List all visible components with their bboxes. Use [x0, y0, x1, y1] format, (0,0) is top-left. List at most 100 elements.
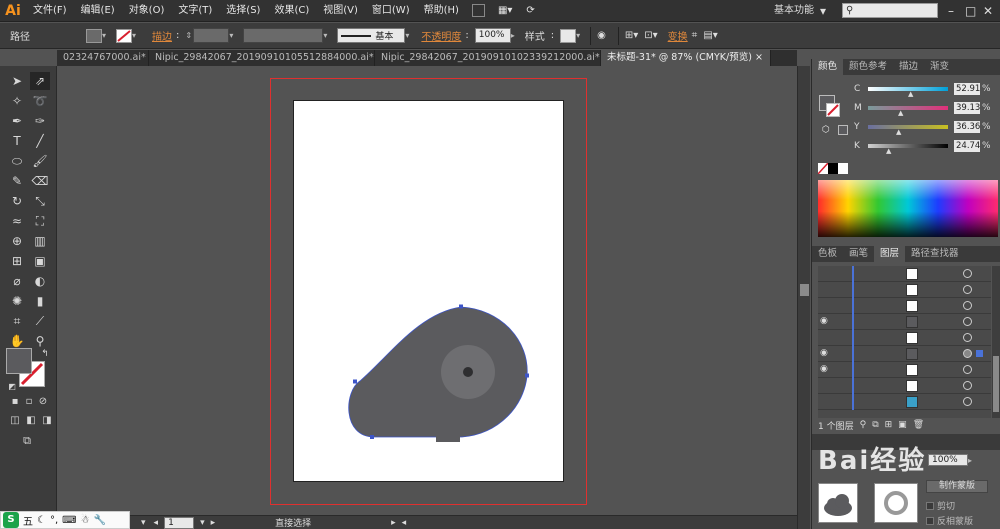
visibility-eye-icon[interactable]: ◉ — [820, 348, 832, 358]
tab-gradient[interactable]: 渐变 — [924, 59, 955, 75]
scrollbar-thumb[interactable] — [993, 356, 999, 412]
yellow-value-field[interactable]: 36.36 — [954, 121, 980, 133]
none-swatch[interactable] — [817, 162, 829, 175]
clip-checkbox[interactable] — [926, 501, 934, 510]
ime-mode-label[interactable]: 五 — [23, 513, 33, 528]
white-swatch[interactable] — [838, 163, 848, 174]
ime-keyboard-icon[interactable]: ⌨ — [62, 515, 76, 526]
scroll-left-icon[interactable]: ◂ — [402, 518, 407, 528]
line-tool-icon[interactable]: ╱ — [30, 132, 50, 150]
opacity-panel-link[interactable]: 不透明度 — [421, 28, 461, 43]
invert-mask-row[interactable]: 反相蒙版 — [926, 514, 973, 527]
column-graph-icon[interactable]: ▮ — [30, 292, 50, 310]
cyan-value-field[interactable]: 52.91 — [954, 83, 980, 95]
slice-tool-icon[interactable]: ⟋ — [30, 312, 50, 330]
layer-row[interactable] — [818, 266, 991, 282]
stroke-weight-dropdown-icon[interactable]: ▾ — [229, 31, 237, 40]
magenta-slider[interactable]: ▲ — [868, 106, 948, 117]
first-page-icon[interactable]: ◂ — [154, 518, 159, 528]
visibility-eye-icon[interactable]: ◉ — [820, 364, 832, 374]
workspace-switcher[interactable]: 基本功能 — [774, 0, 814, 22]
new-sublayer-icon[interactable]: ⊞ — [885, 420, 893, 430]
tab-swatches[interactable]: 色板 — [812, 246, 843, 262]
shape-builder-icon[interactable]: ⊕ — [7, 232, 27, 250]
drawn-artwork[interactable] — [294, 101, 565, 483]
stroke-dropdown-icon[interactable]: ▾ — [132, 31, 140, 40]
cyan-slider[interactable]: ▲ — [868, 87, 948, 98]
fill-color-box-front[interactable] — [6, 348, 32, 374]
tab-layers[interactable]: 图层 — [874, 246, 906, 262]
transform-icon[interactable]: ⌗ — [692, 30, 698, 41]
page-number-field[interactable]: 1 — [164, 516, 195, 529]
canvas-vertical-scrollbar[interactable] — [797, 66, 810, 529]
arrange-documents-icon[interactable]: ▦▾ — [491, 0, 519, 22]
target-icon[interactable] — [963, 269, 972, 278]
layer-row[interactable] — [818, 378, 991, 394]
menu-help[interactable]: 帮助(H) — [417, 0, 466, 22]
scale-tool-icon[interactable]: ⤡ — [30, 192, 50, 210]
target-icon[interactable] — [963, 285, 972, 294]
ellipse-tool-icon[interactable]: ⬭ — [7, 152, 27, 170]
invert-mask-checkbox[interactable] — [926, 516, 934, 525]
fill-dropdown-icon[interactable]: ▾ — [102, 31, 110, 40]
make-clipping-mask-icon[interactable]: ⧉ — [872, 420, 878, 430]
visibility-eye-icon[interactable]: ◉ — [820, 316, 832, 326]
magic-wand-icon[interactable]: ✧ — [7, 92, 27, 110]
mask-thumbnail[interactable] — [818, 483, 858, 523]
align-to-icon[interactable]: ⊡▾ — [644, 30, 657, 41]
out-of-gamut-icon[interactable]: ⬡ — [822, 125, 830, 135]
variable-width-profile[interactable] — [243, 28, 324, 43]
free-transform-icon[interactable]: ⛶ — [30, 212, 50, 230]
black-value-field[interactable]: 24.74 — [954, 140, 980, 152]
tab-brushes[interactable]: 画笔 — [843, 246, 874, 262]
menu-object[interactable]: 对象(O) — [122, 0, 172, 22]
target-icon[interactable] — [963, 317, 972, 326]
target-icon[interactable] — [963, 365, 972, 374]
graphic-style-swatch[interactable] — [560, 28, 577, 43]
target-icon[interactable] — [963, 381, 972, 390]
page-dropdown-icon[interactable]: ▾ — [200, 518, 205, 528]
brush-dropdown-icon[interactable]: ▾ — [405, 31, 413, 40]
anchor-point[interactable] — [353, 379, 357, 384]
tab-document-active[interactable]: 未标题-31* @ 87% (CMYK/预览) × — [601, 50, 771, 66]
pen-tool-icon[interactable]: ✒ — [7, 112, 27, 130]
graphic-style-dropdown-icon[interactable]: ▾ — [576, 31, 584, 40]
next-page-icon[interactable]: ▸ — [211, 518, 216, 528]
tab-document-3[interactable]: Nipic_29842067_20190910102339212000.ai* … — [375, 50, 601, 66]
target-icon[interactable] — [963, 301, 972, 310]
ime-tools-icon[interactable]: 🔧 — [94, 515, 106, 526]
direct-selection-tool-icon[interactable]: ⇗ — [30, 72, 50, 90]
layer-row[interactable]: ◉ — [818, 314, 991, 330]
black-swatch[interactable] — [828, 163, 838, 174]
lasso-icon[interactable]: ➰ — [30, 92, 50, 110]
mask-preview[interactable] — [874, 483, 918, 523]
tab-document-1[interactable]: 02324767000.ai* × — [57, 50, 149, 66]
pencil-tool-icon[interactable]: ✎ — [7, 172, 27, 190]
layer-row-selected[interactable]: ◉ — [818, 346, 991, 362]
opacity-dropdown-icon[interactable]: ▸ — [511, 31, 519, 40]
tab-pathfinder[interactable]: 路径查找器 — [905, 246, 965, 262]
opacity-field[interactable]: 100% — [474, 28, 511, 43]
stroke-weight-stepper[interactable]: ⇕ — [185, 31, 193, 40]
menu-type[interactable]: 文字(T) — [171, 0, 219, 22]
gamut-swatch[interactable] — [838, 125, 848, 135]
swap-fill-stroke-icon[interactable]: ↰ — [35, 345, 55, 363]
menu-file[interactable]: 文件(F) — [26, 0, 74, 22]
close-icon[interactable]: ✕ — [983, 0, 993, 22]
tab-close-icon[interactable]: × — [755, 52, 763, 63]
maximize-icon[interactable]: □ — [965, 0, 976, 22]
align-icon[interactable]: ⊞▾ — [625, 30, 638, 41]
ime-punct-icon[interactable]: °, — [50, 515, 58, 526]
layer-row[interactable] — [818, 394, 991, 410]
gpu-performance-icon[interactable]: ⟳ — [519, 0, 541, 22]
magenta-value-field[interactable]: 39.13 — [954, 102, 980, 114]
curvature-tool-icon[interactable]: ✑ — [30, 112, 50, 130]
target-icon[interactable] — [963, 333, 972, 342]
stroke-panel-link[interactable]: 描边 — [152, 28, 172, 43]
stroke-swatch[interactable] — [116, 28, 132, 43]
workspace-dropdown-icon[interactable]: ▾ — [820, 0, 826, 22]
color-spectrum[interactable] — [818, 180, 998, 237]
profile-dropdown-icon[interactable]: ▾ — [323, 31, 331, 40]
brush-definition[interactable]: 基本 — [337, 28, 406, 43]
menu-select[interactable]: 选择(S) — [219, 0, 267, 22]
